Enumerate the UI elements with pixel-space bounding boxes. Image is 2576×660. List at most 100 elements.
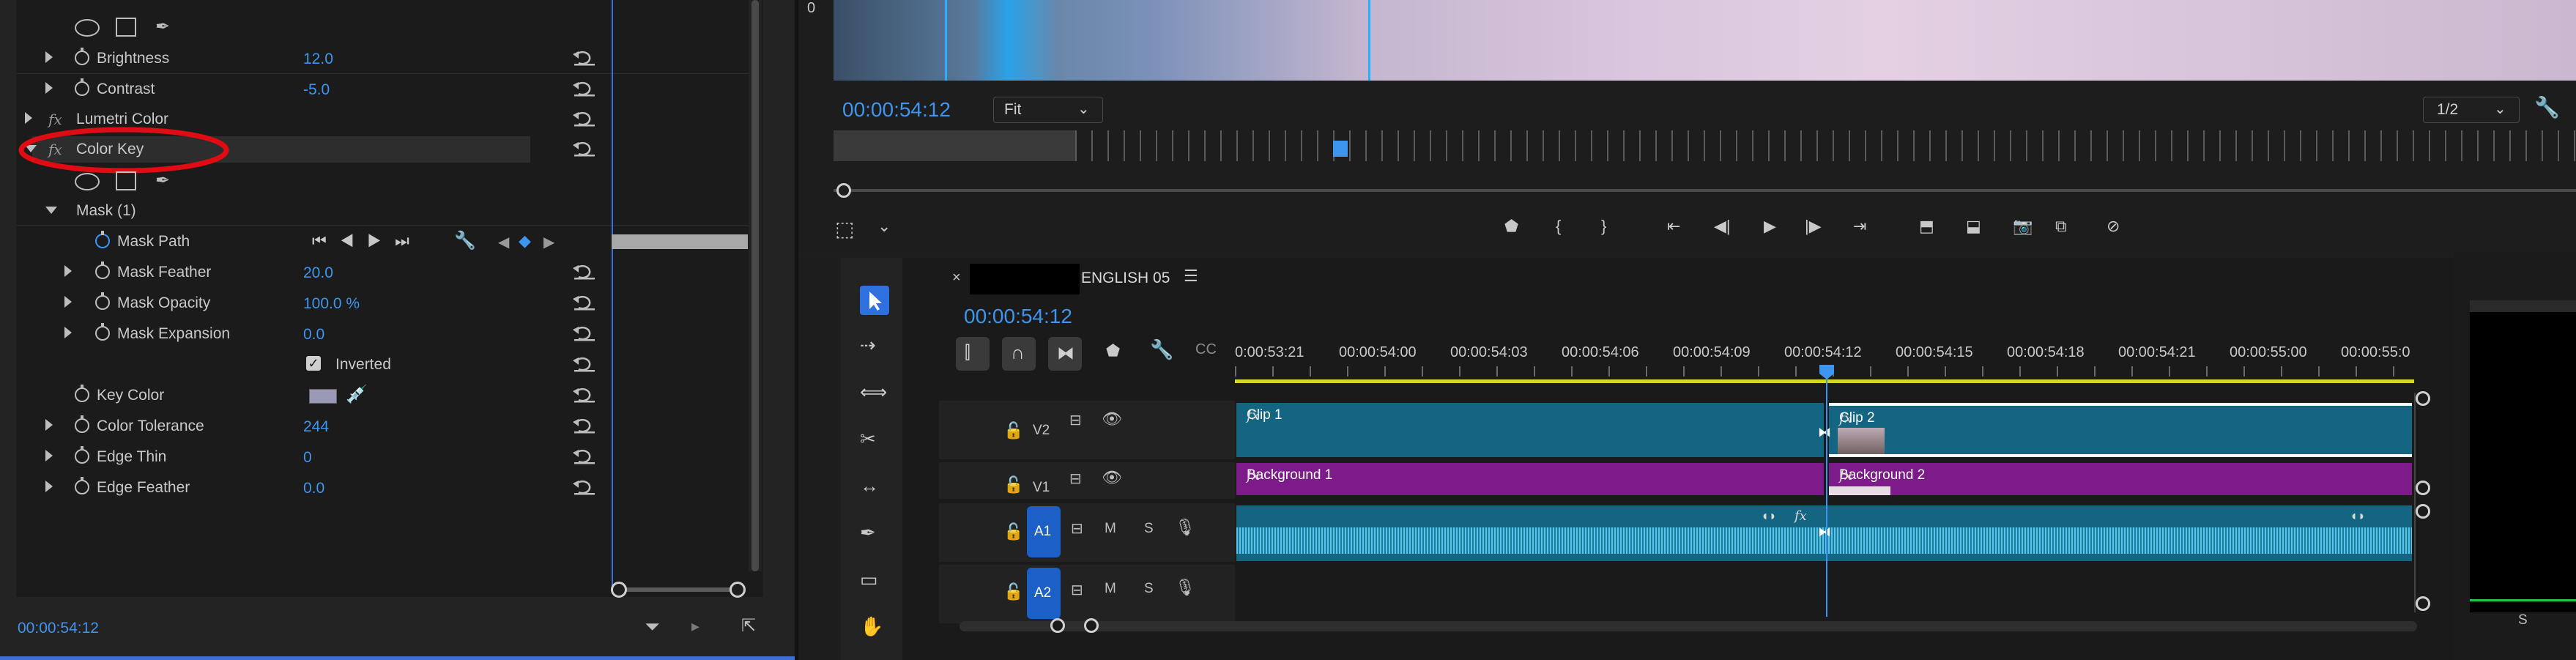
export-frame-icon[interactable]: 📷 [2013, 217, 2033, 236]
expand-icon[interactable] [45, 481, 53, 492]
linked-selection-button[interactable]: ⧓ [1048, 337, 1082, 371]
track-height-handle[interactable] [2416, 481, 2430, 495]
stopwatch-icon[interactable] [95, 323, 110, 341]
extract-icon[interactable]: ⬓ [1966, 217, 1981, 236]
pm-timecode[interactable]: 00:00:54:12 [842, 98, 951, 122]
fx-badge[interactable]: fx [1839, 467, 2402, 483]
pm-playhead[interactable] [1333, 141, 1348, 157]
hand-tool-icon[interactable]: ✋ [860, 615, 889, 645]
param-value[interactable]: 20.0 [303, 264, 333, 282]
pm-zoom-handle[interactable] [836, 183, 851, 198]
sync-lock-icon[interactable]: ⊟ [1069, 411, 1082, 429]
timeline-ruler[interactable]: 0:00:53:21 00:00:54:00 00:00:54:03 00:00… [1235, 344, 2414, 366]
captions-icon[interactable]: CC [1195, 341, 1217, 358]
mute-button[interactable]: M [1105, 521, 1116, 537]
param-value[interactable]: 244 [303, 418, 329, 436]
close-tab-icon[interactable]: × [952, 270, 961, 286]
param-value[interactable]: 12.0 [303, 51, 333, 68]
reset-icon[interactable] [573, 109, 596, 127]
mask-path-tracking-controls[interactable]: ⏮◀▶⏭ [312, 231, 423, 251]
audio-keyframe-icon[interactable]: ◖◗ [2350, 508, 2366, 524]
expand-icon[interactable] [64, 296, 72, 308]
clip-1[interactable]: Clip 1 fx [1236, 403, 1824, 457]
reset-icon[interactable] [573, 355, 596, 372]
fit-dropdown[interactable]: Fit ⌄ [993, 97, 1103, 123]
reset-icon[interactable] [573, 48, 596, 66]
chevron-down-icon[interactable]: ⌄ [877, 217, 891, 236]
sequence-tab-name[interactable]: ENGLISH 05 [1081, 270, 1170, 287]
reset-icon[interactable] [573, 139, 596, 157]
timeline-settings-icon[interactable]: 🔧 [1150, 338, 1173, 361]
mask-1-group[interactable]: Mask (1) [16, 196, 749, 226]
solo-button[interactable]: S [1144, 521, 1154, 537]
stopwatch-icon[interactable] [75, 385, 89, 402]
mask-path-keyframe-bar[interactable] [612, 234, 748, 249]
microphone-icon[interactable]: 🎙 [1175, 578, 1195, 597]
edit-point-icon[interactable]: ⧓ [1818, 425, 1831, 440]
add-marker-icon[interactable]: ⬟ [1504, 217, 1518, 236]
a2-source-patch[interactable]: A2 [1027, 568, 1061, 619]
ec-zoom-scrollbar[interactable] [617, 587, 738, 592]
slip-tool-icon[interactable]: ↔ [860, 475, 889, 504]
rectangle-mask-icon[interactable] [116, 171, 136, 190]
timeline-horizontal-scrollbar[interactable] [959, 621, 2417, 631]
stopwatch-icon[interactable] [75, 48, 89, 65]
pm-zoom-scrollbar[interactable] [834, 189, 2576, 192]
ellipse-mask-icon[interactable] [75, 19, 100, 37]
expand-icon[interactable] [45, 419, 53, 431]
track-height-handle[interactable] [2416, 596, 2430, 611]
stopwatch-icon[interactable] [75, 415, 89, 433]
razor-tool-icon[interactable]: ✂ [860, 428, 889, 457]
reset-icon[interactable] [573, 447, 596, 464]
mute-button[interactable]: M [1105, 581, 1116, 597]
ec-timecode[interactable]: 00:00:54:12 [18, 620, 99, 637]
param-value[interactable]: 0.0 [303, 326, 324, 344]
lock-icon[interactable]: 🔓 [1003, 421, 1023, 440]
fx-badge[interactable]: fx [1247, 407, 1814, 423]
eye-icon[interactable]: 👁 [1102, 409, 1122, 429]
track-select-tool-icon[interactable]: ⇢ [860, 334, 889, 363]
key-color-swatch[interactable] [309, 389, 337, 404]
track-label[interactable]: V1 [1033, 480, 1050, 496]
reset-icon[interactable] [573, 79, 596, 97]
param-value[interactable]: 0.0 [303, 480, 324, 497]
tab-menu-icon[interactable]: ☰ [1184, 267, 1198, 286]
wrench-icon[interactable]: 🔧 [454, 230, 476, 251]
clip-2[interactable]: Clip 2 fx [1829, 403, 2412, 457]
track-height-handle[interactable] [2416, 504, 2430, 519]
go-to-out-icon[interactable]: ⇥ [1853, 217, 1866, 236]
solo-button[interactable]: S [1144, 581, 1154, 597]
timeline-timecode[interactable]: 00:00:54:12 [964, 305, 1072, 328]
lock-icon[interactable]: 🔓 [1003, 522, 1023, 541]
prev-keyframe-icon[interactable]: ◀ [498, 233, 509, 251]
stopwatch-icon[interactable] [75, 446, 89, 464]
audio-keyframe-icon[interactable]: ◖◗ [1761, 508, 1777, 524]
expand-icon[interactable] [25, 112, 32, 124]
step-forward-icon[interactable]: |▶ [1805, 217, 1822, 236]
lock-icon[interactable]: 🔓 [1003, 582, 1023, 601]
a1-source-patch[interactable]: A1 [1027, 506, 1061, 557]
meter-solo-label[interactable]: S [2518, 612, 2528, 629]
reset-icon[interactable] [573, 324, 596, 341]
sync-lock-icon[interactable]: ⊟ [1071, 519, 1083, 538]
proxy-toggle-icon[interactable]: ⊘ [2107, 217, 2120, 236]
reset-icon[interactable] [573, 262, 596, 280]
go-to-in-icon[interactable]: ⇤ [1667, 217, 1680, 236]
next-keyframe-icon[interactable]: ▶ [543, 233, 554, 251]
stopwatch-icon[interactable] [95, 292, 110, 310]
expand-icon[interactable] [45, 51, 53, 63]
pen-mask-icon[interactable]: ✒ [155, 170, 170, 191]
snap-button[interactable]: ∩ [1002, 337, 1036, 371]
safe-margins-icon[interactable]: ⬚ [835, 217, 854, 241]
sync-lock-icon[interactable]: ⊟ [1071, 581, 1083, 599]
reset-icon[interactable] [573, 478, 596, 495]
scroll-handle-left[interactable] [1050, 618, 1065, 633]
ec-zoom-handle-left[interactable] [611, 582, 627, 598]
collapse-icon[interactable] [45, 207, 57, 214]
resolution-dropdown[interactable]: 1/2 ⌄ [2423, 97, 2520, 123]
fx-badge[interactable]: fx [1247, 467, 1814, 483]
track-height-handle[interactable] [2416, 391, 2430, 406]
param-value[interactable]: 100.0 % [303, 295, 360, 313]
add-marker-icon[interactable]: ⬟ [1106, 341, 1120, 360]
play-icon[interactable]: ▶ [1764, 217, 1776, 236]
